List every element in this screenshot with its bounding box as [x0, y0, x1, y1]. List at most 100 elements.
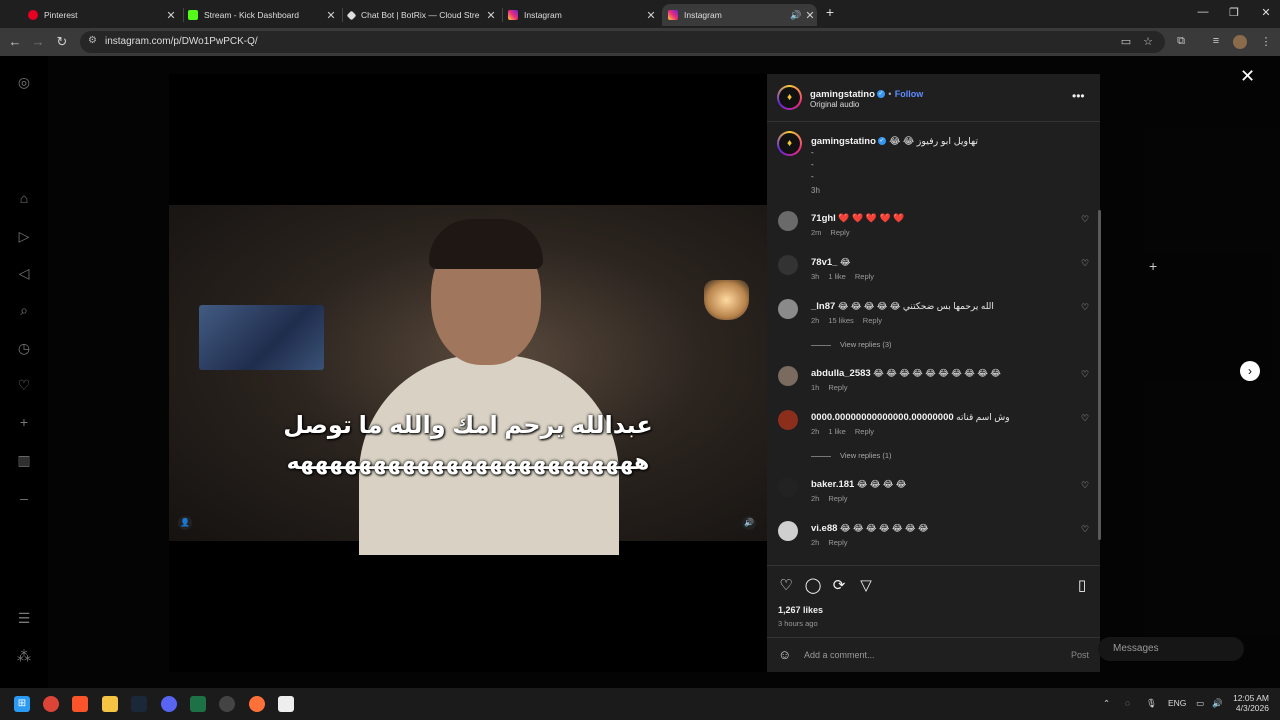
microphone-icon[interactable]: 🎙 — [1146, 698, 1157, 709]
chrome-icon[interactable] — [43, 696, 59, 712]
notifications-heart-icon[interactable]: ♡ — [16, 377, 32, 393]
commenter-avatar[interactable] — [778, 366, 798, 386]
comment-likes[interactable]: 1 like — [828, 427, 846, 436]
dashboard-icon[interactable]: ▥ — [16, 452, 32, 468]
view-replies-button[interactable]: View replies (1) — [811, 451, 892, 460]
commenter-avatar[interactable] — [778, 521, 798, 541]
audio-toggle-icon[interactable]: 🔊 — [742, 516, 756, 530]
like-comment-heart-icon[interactable]: ♡ — [1081, 214, 1089, 225]
maximize-button[interactable]: ❐ — [1224, 6, 1244, 19]
emoji-picker-icon[interactable]: ☺ — [778, 647, 791, 662]
post-comment-button[interactable]: Post — [1071, 650, 1089, 660]
comment-username[interactable]: 0000.00000000000000.00000000 — [811, 412, 954, 423]
comment-username[interactable]: vi.e88 — [811, 523, 837, 534]
commenter-avatar[interactable] — [778, 211, 798, 231]
close-tab-icon[interactable]: ✕ — [484, 9, 498, 22]
instagram-logo-icon[interactable]: ◎ — [16, 74, 32, 90]
reel-video[interactable]: عبدالله يرحم امك والله ما توصل ههههههههه… — [169, 74, 767, 672]
back-button[interactable]: ← — [6, 34, 24, 49]
brave-icon[interactable] — [72, 696, 88, 712]
author-avatar[interactable]: ♦ — [777, 85, 802, 110]
language-indicator[interactable]: ENG — [1168, 698, 1186, 708]
tray-app-icon[interactable]: ◌ — [1125, 698, 1130, 708]
comment-username[interactable]: 71ghl — [811, 213, 836, 224]
messages-bubble[interactable]: Messages — [1098, 637, 1244, 661]
caption-username[interactable]: gamingstatino — [811, 136, 876, 147]
reply-button[interactable]: Reply — [830, 228, 849, 237]
likes-count[interactable]: 1,267 likes — [778, 605, 823, 615]
commenter-avatar[interactable] — [778, 410, 798, 430]
home-icon[interactable]: ⌂ — [16, 190, 32, 206]
speaker-icon[interactable]: 🔊 — [789, 10, 803, 21]
direct-send-icon[interactable]: ◁ — [16, 265, 32, 281]
profile-dash-icon[interactable]: – — [16, 490, 32, 506]
close-window-button[interactable]: ✕ — [1256, 6, 1276, 19]
author-username[interactable]: gamingstatino — [810, 89, 875, 100]
excel-icon[interactable] — [190, 696, 206, 712]
like-comment-heart-icon[interactable]: ♡ — [1081, 369, 1089, 380]
follow-button[interactable]: Follow — [895, 89, 924, 99]
tab-botrix[interactable]: Chat Bot | BotRix — Cloud Stre ✕ — [346, 4, 498, 26]
network-icon[interactable]: ▭ — [1196, 698, 1204, 709]
comment-username[interactable]: abdulla_2583 — [811, 368, 871, 379]
reload-button[interactable]: ↻ — [53, 34, 71, 50]
like-comment-heart-icon[interactable]: ♡ — [1081, 413, 1089, 424]
discord-icon[interactable] — [161, 696, 177, 712]
profile-avatar[interactable] — [1233, 35, 1247, 49]
commenter-avatar[interactable] — [778, 255, 798, 275]
like-comment-heart-icon[interactable]: ♡ — [1081, 480, 1089, 491]
menu-kebab-icon[interactable]: ⋮ — [1258, 35, 1274, 48]
cast-icon[interactable]: ▭ — [1118, 35, 1134, 48]
tab-kick-dashboard[interactable]: Stream - Kick Dashboard ✕ — [188, 4, 338, 26]
tab-instagram-active[interactable]: Instagram 🔊 ✕ — [662, 4, 817, 26]
tab-pinterest[interactable]: Pinterest ✕ — [28, 4, 178, 26]
close-tab-icon[interactable]: ✕ — [324, 9, 338, 22]
like-comment-heart-icon[interactable]: ♡ — [1081, 524, 1089, 535]
bookmark-star-icon[interactable]: ☆ — [1140, 35, 1156, 48]
comment-username[interactable]: 78v1_ — [811, 257, 837, 268]
reply-button[interactable]: Reply — [863, 316, 882, 325]
repost-icon[interactable]: ⟳ — [830, 577, 848, 595]
more-menu-icon[interactable]: ☰ — [16, 610, 32, 626]
media-controls-icon[interactable]: ≡ — [1208, 35, 1224, 47]
audio-link[interactable]: Original audio — [810, 100, 859, 109]
share-send-icon[interactable]: ▽ — [857, 577, 875, 595]
like-heart-icon[interactable]: ♡ — [777, 577, 795, 595]
reply-button[interactable]: Reply — [855, 272, 874, 281]
commenter-avatar[interactable] — [778, 477, 798, 497]
next-post-button[interactable]: › — [1240, 361, 1260, 381]
also-from-meta-icon[interactable]: ⁂ — [16, 648, 32, 664]
tagged-user-icon[interactable]: 👤 — [178, 516, 192, 530]
caption-author-avatar[interactable]: ♦ — [777, 131, 802, 156]
terminal-app-icon[interactable] — [278, 696, 294, 712]
comment-username[interactable]: _ln87 — [811, 301, 835, 312]
save-bookmark-icon[interactable]: ▯ — [1073, 577, 1091, 595]
close-tab-icon[interactable]: ✕ — [644, 9, 658, 22]
explore-compass-icon[interactable]: ◷ — [16, 340, 32, 356]
file-explorer-icon[interactable] — [102, 696, 118, 712]
like-comment-heart-icon[interactable]: ♡ — [1081, 302, 1089, 313]
tab-instagram[interactable]: Instagram ✕ — [508, 4, 658, 26]
volume-icon[interactable]: 🔊 — [1212, 698, 1223, 709]
forward-button[interactable]: → — [29, 34, 47, 49]
reels-icon[interactable]: ▷ — [16, 228, 32, 244]
commenter-avatar[interactable] — [778, 299, 798, 319]
close-tab-icon[interactable]: ✕ — [164, 9, 178, 22]
view-replies-button[interactable]: View replies (3) — [811, 340, 892, 349]
close-tab-icon[interactable]: ✕ — [803, 9, 817, 22]
comment-likes[interactable]: 15 likes — [828, 316, 853, 325]
reply-button[interactable]: Reply — [828, 538, 847, 547]
more-options-icon[interactable]: ••• — [1072, 89, 1085, 103]
obs-icon[interactable] — [219, 696, 235, 712]
search-icon[interactable]: ⌕ — [16, 302, 32, 318]
site-info-icon[interactable]: ⚙ — [88, 35, 97, 46]
comments-scrollbar[interactable] — [1098, 210, 1101, 540]
firefox-icon[interactable] — [249, 696, 265, 712]
close-modal-icon[interactable]: ✕ — [1240, 66, 1255, 87]
extensions-icon[interactable]: ⧉ — [1173, 35, 1189, 48]
like-comment-heart-icon[interactable]: ♡ — [1081, 258, 1089, 269]
steam-icon[interactable] — [131, 696, 147, 712]
reply-button[interactable]: Reply — [828, 383, 847, 392]
comment-likes[interactable]: 1 like — [828, 272, 846, 281]
comment-input[interactable]: Add a comment... — [804, 650, 875, 660]
